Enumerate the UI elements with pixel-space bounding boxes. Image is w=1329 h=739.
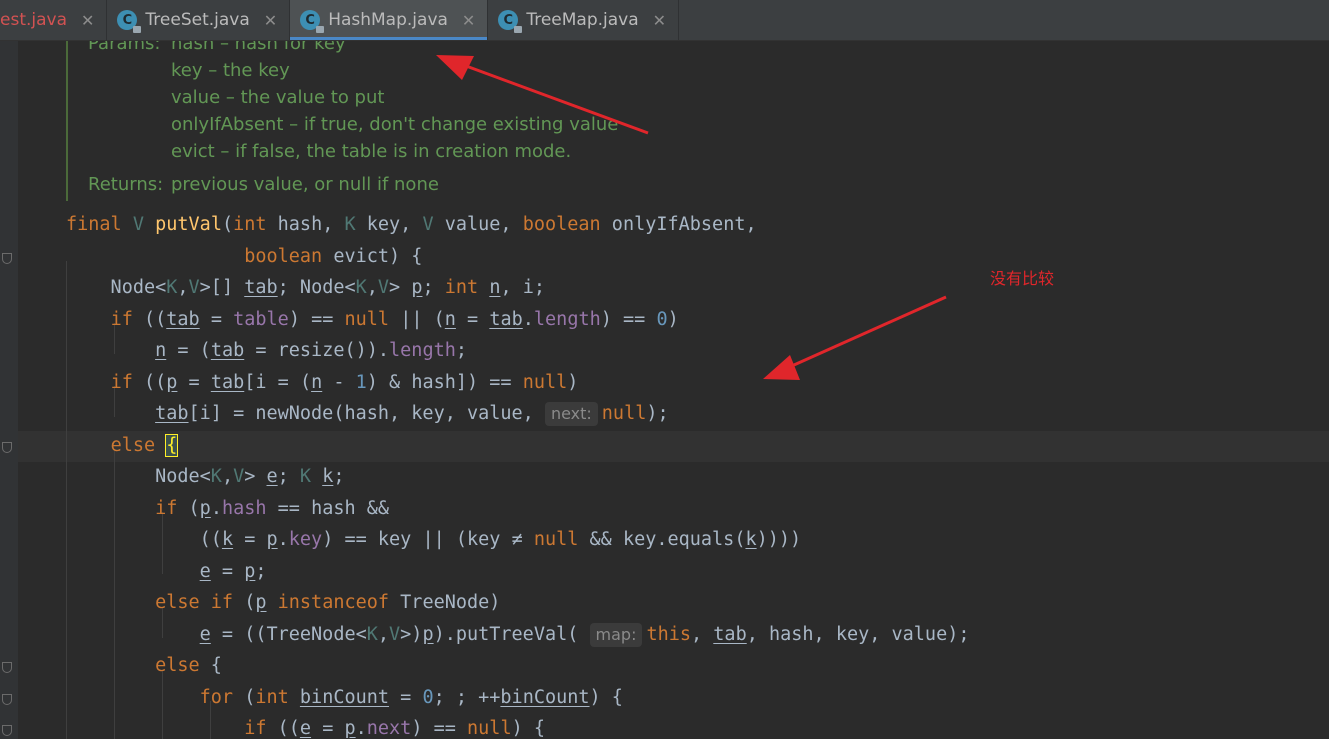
arrow-to-code	[763, 295, 947, 380]
annotation-arrows	[436, 55, 947, 380]
arrow-to-tab	[436, 55, 649, 135]
annotation-note: 没有比较	[990, 269, 1055, 288]
